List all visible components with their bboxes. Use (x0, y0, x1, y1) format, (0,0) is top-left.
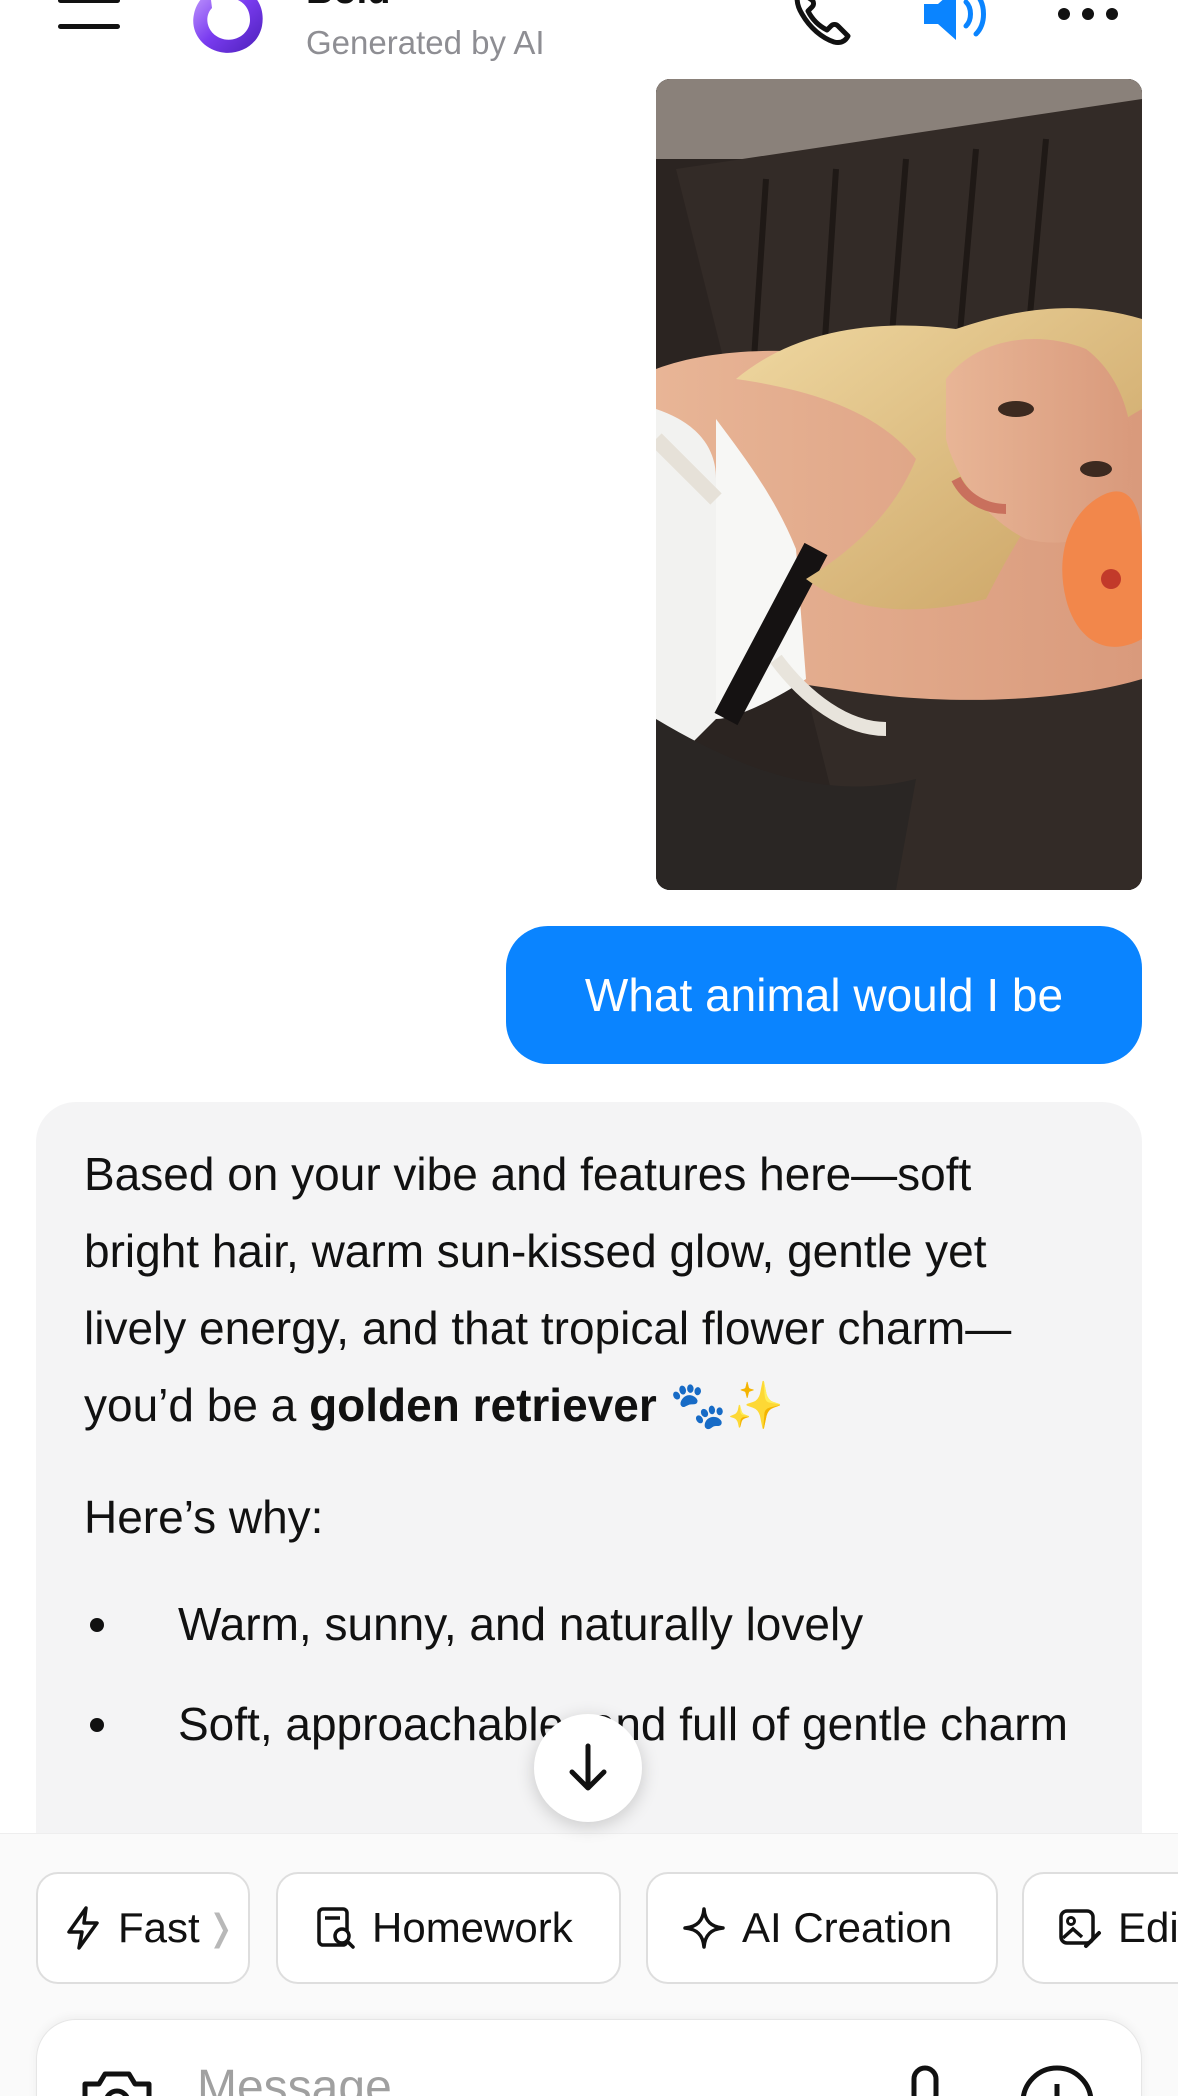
mic-icon[interactable] (895, 2064, 955, 2096)
chip-label: Edit (1118, 1904, 1178, 1951)
arrow-down-icon (569, 1743, 607, 1791)
chevron-right-icon: ❭ (205, 1907, 236, 1948)
bolt-icon (67, 1906, 99, 1950)
sparkle-icon (683, 1907, 725, 1949)
chat-header: Bold Generated by AI (0, 0, 1178, 78)
edit-image-icon (1059, 1909, 1101, 1948)
chip-label: Fast (118, 1904, 200, 1951)
ai-answer-bold: golden retriever (309, 1379, 657, 1431)
bullet-dot (90, 1618, 104, 1632)
camera-icon[interactable] (79, 2066, 155, 2096)
chip-label: Homework (372, 1904, 573, 1951)
speaker-icon[interactable] (918, 0, 990, 50)
ai-emoji: 🐾✨ (656, 1379, 785, 1431)
message-input[interactable]: Message (197, 2060, 392, 2096)
ai-why-heading: Here’s why: (84, 1491, 324, 1543)
ai-response-text: Based on your vibe and features here—sof… (84, 1136, 1094, 1444)
plus-icon[interactable] (1017, 2062, 1097, 2096)
list-item-text: Warm, sunny, and naturally lovely (178, 1598, 864, 1650)
message-composer[interactable]: Message (36, 2019, 1142, 2096)
chip-label: AI Creation (742, 1904, 953, 1951)
user-message-bubble[interactable]: What animal would I be (506, 926, 1142, 1064)
bot-avatar-logo[interactable] (188, 0, 268, 56)
menu-icon[interactable] (58, 0, 122, 34)
mode-fast-button[interactable]: Fast ❭ (36, 1872, 250, 1984)
ai-creation-button[interactable]: AI Creation (646, 1872, 998, 1984)
homework-button[interactable]: Homework (276, 1872, 621, 1984)
user-photo[interactable] (656, 79, 1142, 890)
scroll-to-bottom-button[interactable] (534, 1714, 642, 1822)
phone-icon[interactable] (786, 0, 858, 50)
homework-icon (317, 1907, 355, 1949)
bottom-toolbar: Fast ❭ Homework AI Creation Edit Me (0, 1833, 1178, 2096)
bullet-dot (90, 1718, 104, 1732)
edit-image-button[interactable]: Edit (1022, 1872, 1178, 1984)
bot-name: Bold (306, 0, 390, 13)
bot-subtitle: Generated by AI (306, 24, 545, 61)
more-icon[interactable] (1054, 0, 1126, 50)
